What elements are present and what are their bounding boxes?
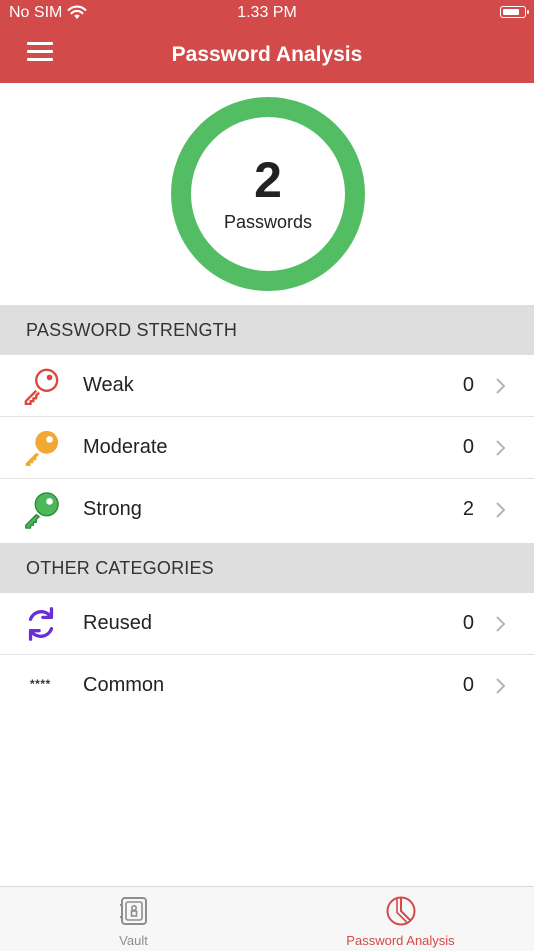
- pie-chart-icon: [386, 896, 415, 926]
- chevron-right-icon: [496, 378, 506, 394]
- password-count-label: Passwords: [223, 212, 313, 232]
- row-common[interactable]: **** Common 0: [0, 655, 534, 717]
- row-strong[interactable]: Strong 2: [0, 479, 534, 541]
- app-header: No SIM 1.33 PM Password Analysis: [0, 0, 534, 83]
- tab-vault[interactable]: Vault: [0, 887, 267, 951]
- tab-label: Vault: [119, 933, 148, 948]
- section-header-other: OTHER CATEGORIES: [0, 543, 534, 593]
- row-label: Weak: [83, 374, 134, 396]
- row-weak[interactable]: Weak 0: [0, 355, 534, 417]
- status-bar: No SIM 1.33 PM: [0, 0, 534, 28]
- tab-label: Password Analysis: [346, 933, 455, 948]
- key-icon: [24, 368, 59, 405]
- chevron-right-icon: [496, 678, 506, 694]
- password-count: 2: [254, 152, 282, 208]
- section-title: PASSWORD STRENGTH: [26, 320, 238, 340]
- summary-area: 2 Passwords: [0, 83, 534, 305]
- key-icon: [25, 430, 59, 467]
- row-label: Strong: [83, 498, 142, 520]
- section-header-strength: PASSWORD STRENGTH: [0, 305, 534, 355]
- vault-icon: [119, 897, 147, 925]
- row-label: Reused: [83, 612, 152, 634]
- tab-password-analysis[interactable]: Password Analysis: [267, 887, 534, 951]
- row-moderate[interactable]: Moderate 0: [0, 417, 534, 479]
- clock-text: 1.33 PM: [237, 4, 297, 21]
- asterisks-icon: ****: [30, 677, 51, 691]
- page-title: Password Analysis: [171, 43, 363, 66]
- battery-icon: [500, 6, 529, 18]
- row-count: 0: [462, 436, 474, 458]
- row-count: 0: [462, 374, 474, 396]
- row-label: Common: [83, 674, 165, 696]
- chevron-right-icon: [496, 440, 506, 456]
- tab-bar: Vault Password Analysis: [0, 886, 534, 951]
- chevron-right-icon: [496, 616, 506, 632]
- row-label: Moderate: [83, 436, 168, 458]
- password-count-ring: 2 Passwords: [171, 97, 365, 291]
- chevron-right-icon: [496, 502, 506, 518]
- refresh-icon: [28, 607, 54, 641]
- row-count: 0: [462, 612, 474, 634]
- row-count: 0: [462, 674, 474, 696]
- row-reused[interactable]: Reused 0: [0, 593, 534, 655]
- section-title: OTHER CATEGORIES: [26, 558, 214, 578]
- row-count: 2: [462, 498, 474, 520]
- key-icon: [25, 492, 59, 529]
